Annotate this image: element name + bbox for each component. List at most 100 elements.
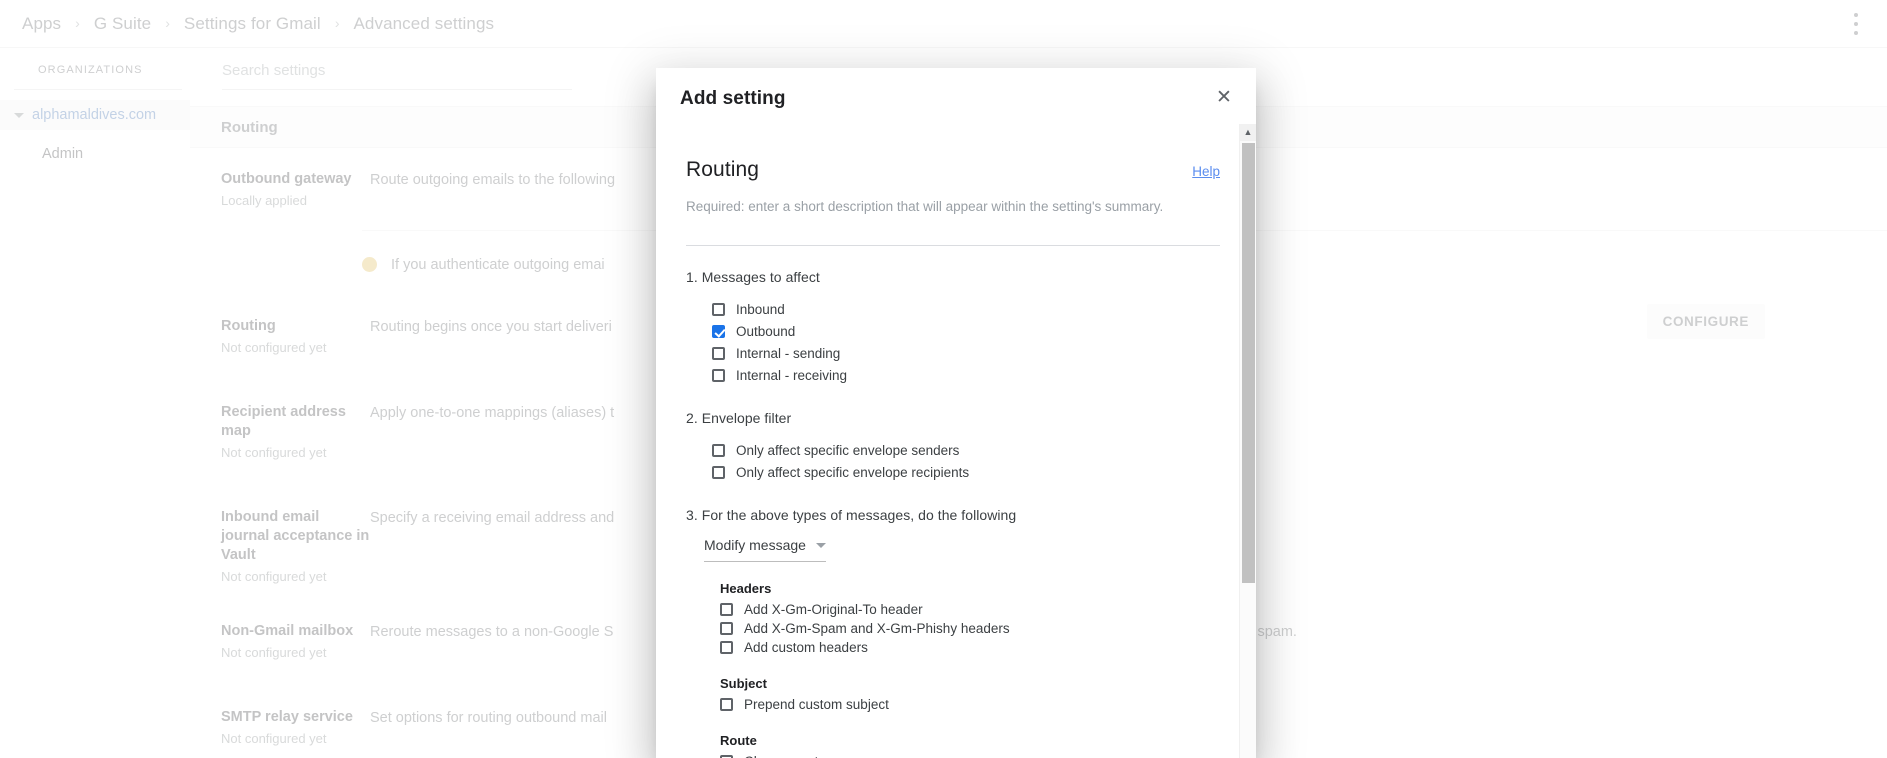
top-app-bar: Apps › G Suite › Settings for Gmail › Ad… [0,0,1887,48]
checkbox-row-add-original-to-header[interactable]: Add X-Gm-Original-To header [720,600,1220,619]
dialog-title: Add setting [680,88,786,109]
checkbox-prepend-custom-subject-icon[interactable] [720,698,733,711]
checkbox-label: Internal - sending [736,345,841,361]
checkbox-row-add-custom-headers[interactable]: Add custom headers [720,638,1220,657]
dialog-scrollbar[interactable]: ▲ [1239,124,1256,758]
checkbox-row-add-spam-phishy-headers[interactable]: Add X-Gm-Spam and X-Gm-Phishy headers [720,619,1220,638]
org-tree-item-alphamaldives[interactable]: alphamaldives.com [0,100,190,130]
description-placeholder: Required: enter a short description that… [686,199,1164,214]
configure-button[interactable]: CONFIGURE [1646,304,1765,339]
kebab-dot [1854,21,1858,26]
setting-name-block: Routing Not configured yet [190,317,370,355]
setting-status: Not configured yet [221,569,327,584]
configure-button-wrap: CONFIGURE [1646,304,1765,339]
checkbox-row-envelope-recipients[interactable]: Only affect specific envelope recipients [712,463,1220,481]
dialog-body: Routing Help Required: enter a short des… [656,124,1256,758]
step-3-label: 3. For the above types of messages, do t… [686,507,1017,523]
setting-title: Routing [221,318,276,334]
step-2-label: 2. Envelope filter [686,410,792,426]
setting-title: Non-Gmail mailbox [221,623,354,639]
checkbox-row-internal-receiving[interactable]: Internal - receiving [712,366,1220,384]
setting-description-text: Reroute messages to a non-Google S [370,624,614,640]
checkbox-label: Add custom headers [744,640,868,655]
chevron-up-icon[interactable]: ▲ [1240,124,1256,141]
checkbox-row-internal-sending[interactable]: Internal - sending [712,344,1220,362]
add-setting-dialog: Add setting ✕ Routing Help Required: ent… [656,68,1256,758]
kebab-dot [1854,30,1858,35]
breadcrumb-separator-icon: › [334,14,340,31]
help-link[interactable]: Help [1192,164,1220,179]
breadcrumb-item-settings-for-gmail[interactable]: Settings for Gmail [184,14,321,34]
checkbox-label: Only affect specific envelope senders [736,442,960,458]
kebab-menu-icon[interactable] [1847,12,1865,35]
modify-message-groups: Headers Add X-Gm-Original-To header Add … [686,562,1220,758]
checkbox-label: Change route [744,754,826,758]
checkbox-add-spam-phishy-headers-icon[interactable] [720,622,733,635]
checkbox-row-outbound[interactable]: Outbound [712,322,1220,340]
org-tree-item-admin[interactable]: Admin [0,130,190,162]
setting-name-block: Outbound gateway Locally applied [190,170,370,208]
close-icon[interactable]: ✕ [1211,84,1237,110]
checkbox-add-custom-headers-icon[interactable] [720,641,733,654]
group-title-route: Route [720,733,757,748]
caret-down-icon[interactable] [14,112,24,118]
checkbox-label: Inbound [736,301,785,317]
setting-title: Inbound email journal acceptance in Vaul… [221,509,370,563]
setting-status: Not configured yet [221,340,327,355]
breadcrumb-item-g-suite[interactable]: G Suite [94,14,151,34]
search-input[interactable]: Search settings [222,62,572,90]
breadcrumb: Apps › G Suite › Settings for Gmail › Ad… [0,14,494,34]
checkbox-inbound-icon[interactable] [712,302,725,316]
subject-options: Prepend custom subject [720,691,1220,714]
checkbox-row-inbound[interactable]: Inbound [712,300,1220,318]
setting-name-block: Inbound email journal acceptance in Vaul… [190,508,370,584]
setting-status: Not configured yet [221,731,327,746]
notice-text: If you authenticate outgoing emai [391,257,605,273]
scrollbar-thumb[interactable] [1242,143,1255,583]
setting-status: Locally applied [221,193,308,208]
setting-name-label: Routing [686,158,760,181]
setting-name-block: Non-Gmail mailbox Not configured yet [190,622,370,660]
checkbox-outbound-icon[interactable] [712,324,725,338]
checkbox-label: Add X-Gm-Original-To header [744,602,923,617]
route-options: Change route [720,748,1220,758]
setting-name-block: Recipient address map Not configured yet [190,403,370,460]
checkbox-internal-receiving-icon[interactable] [712,368,725,382]
kebab-dot [1854,12,1858,17]
checkbox-label: Outbound [736,323,796,339]
checkbox-row-change-route[interactable]: Change route [720,752,1220,758]
setting-title: SMTP relay service [221,709,353,725]
org-name-label: alphamaldives.com [32,107,157,123]
setting-name-block: SMTP relay service Not configured yet [190,708,370,746]
setting-name-header: Routing Help [686,124,1220,182]
group-title-headers: Headers [720,581,772,596]
setting-title: Recipient address map [221,404,346,439]
checkbox-row-envelope-senders[interactable]: Only affect specific envelope senders [712,441,1220,459]
checkbox-add-original-to-header-icon[interactable] [720,603,733,616]
chevron-down-icon[interactable] [816,542,826,548]
search-placeholder: Search settings [222,62,326,79]
setting-status: Not configured yet [221,645,327,660]
step-1-label: 1. Messages to affect [686,269,820,285]
checkbox-label: Only affect specific envelope recipients [736,464,970,480]
section-header-label: Routing [221,118,278,136]
checkbox-row-prepend-custom-subject[interactable]: Prepend custom subject [720,695,1220,714]
organizations-divider [14,89,182,90]
envelope-filter-options: Only affect specific envelope senders On… [686,426,1220,481]
breadcrumb-separator-icon: › [75,14,80,31]
checkbox-envelope-recipients-icon[interactable] [712,465,725,479]
action-select[interactable]: Modify message [704,537,826,562]
checkbox-envelope-senders-icon[interactable] [712,443,725,457]
messages-to-affect-options: Inbound Outbound Internal - sending Inte… [686,285,1220,384]
checkbox-label: Prepend custom subject [744,697,889,712]
checkbox-label: Internal - receiving [736,367,848,383]
breadcrumb-item-advanced-settings[interactable]: Advanced settings [353,14,494,34]
group-title-subject: Subject [720,676,767,691]
checkbox-internal-sending-icon[interactable] [712,346,725,360]
checkbox-label: Add X-Gm-Spam and X-Gm-Phishy headers [744,621,1010,636]
breadcrumb-item-apps[interactable]: Apps [22,14,61,34]
organizations-panel: ORGANIZATIONS alphamaldives.com Admin [0,48,190,758]
description-input[interactable]: Required: enter a short description that… [686,182,1220,214]
headers-options: Add X-Gm-Original-To header Add X-Gm-Spa… [720,596,1220,657]
setting-status: Not configured yet [221,445,327,460]
